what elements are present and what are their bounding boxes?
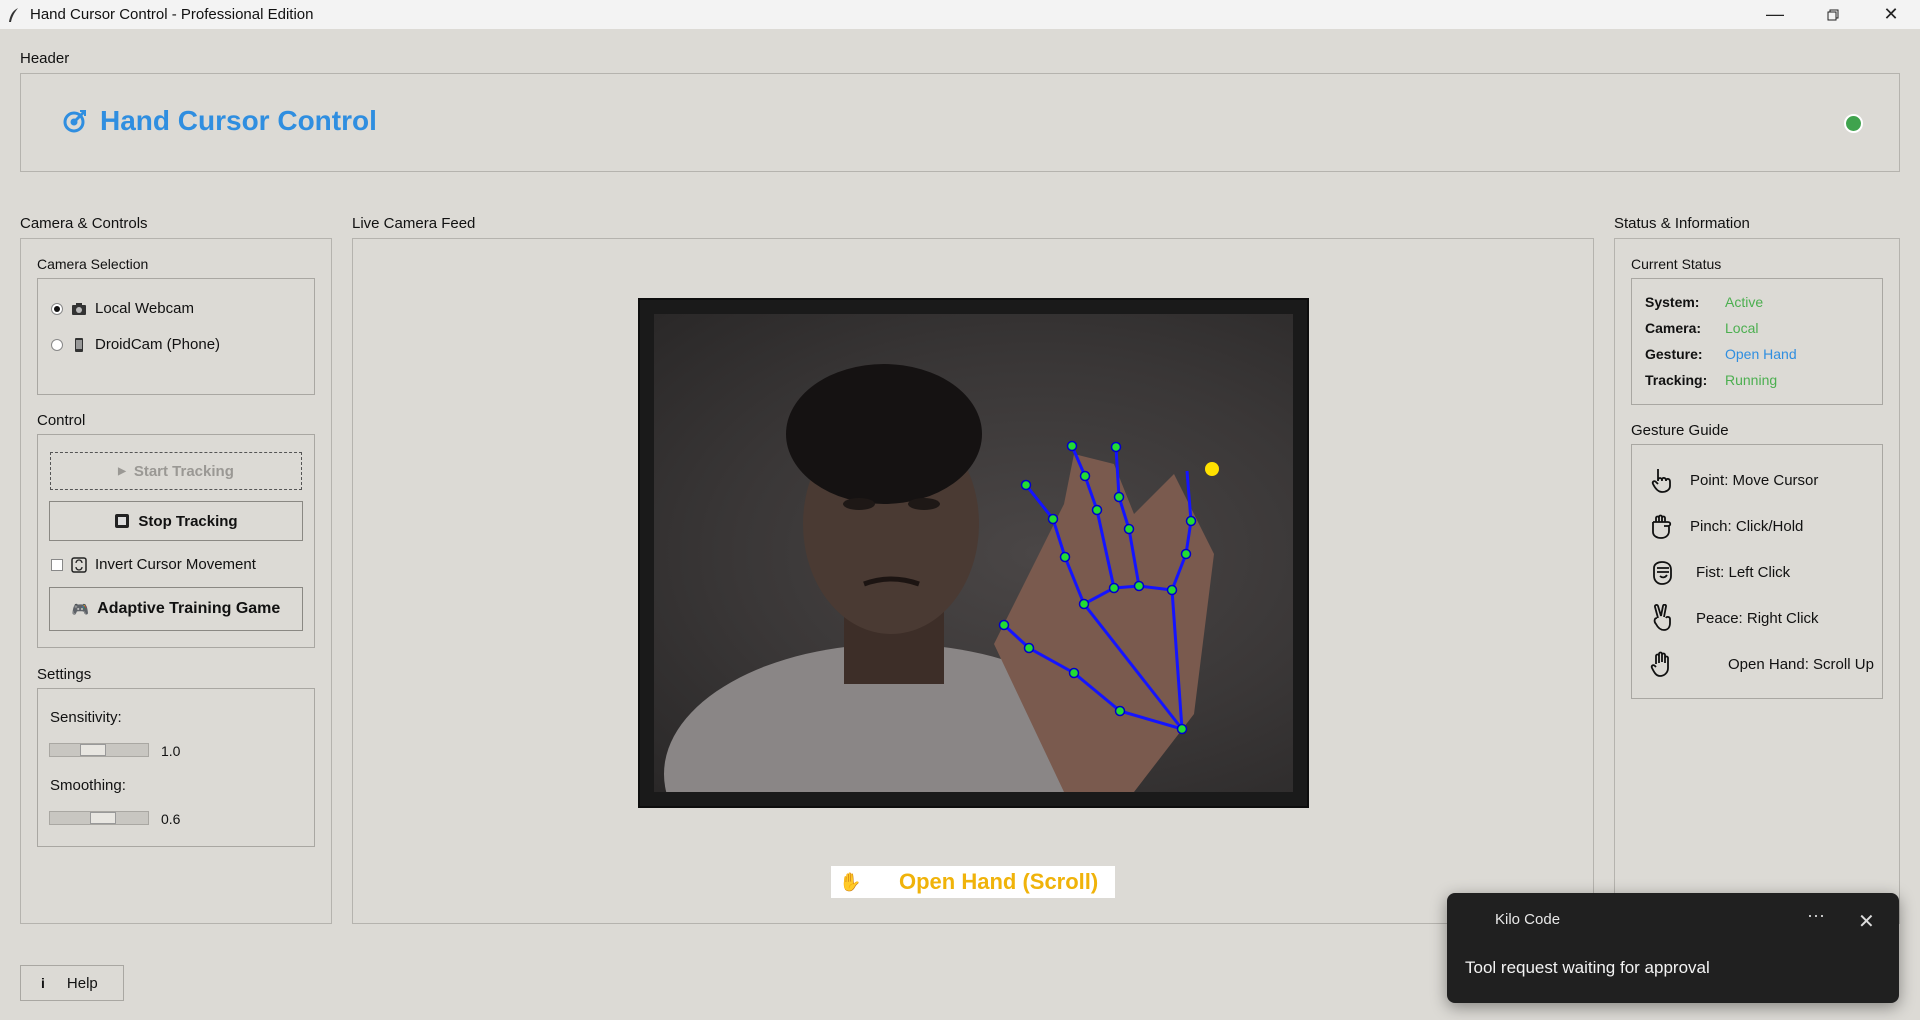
smoothing-slider[interactable] (49, 811, 149, 825)
restore-icon (1827, 9, 1839, 20)
guide-row-point: Point: Move Cursor (1648, 466, 1818, 494)
smoothing-label: Smoothing: (50, 777, 126, 794)
status-value: Open Hand (1725, 346, 1797, 362)
pinch-hand-icon (1652, 514, 1672, 539)
status-row-camera: Camera: Local (1645, 320, 1758, 336)
toast-more-button[interactable]: ··· (1807, 905, 1825, 926)
target-icon (63, 110, 86, 133)
help-button[interactable]: i Help (20, 965, 124, 1001)
camera-controls-label: Camera & Controls (20, 215, 148, 232)
peace-hand-icon (1653, 604, 1671, 631)
settings-label: Settings (37, 666, 92, 683)
toast-close-button[interactable]: ✕ (1858, 909, 1875, 934)
restore-button[interactable] (1804, 0, 1862, 29)
app-feather-icon (9, 7, 18, 22)
phone-icon (75, 337, 83, 352)
guide-text: Point: Move Cursor (1690, 471, 1819, 489)
sensitivity-value: 1.0 (161, 743, 181, 759)
status-indicator-dot (1844, 114, 1863, 133)
info-icon: i (41, 975, 45, 991)
start-tracking-button[interactable]: ▶ Start Tracking (50, 452, 302, 490)
slider-thumb[interactable] (80, 744, 106, 756)
radio-label: DroidCam (Phone) (95, 336, 221, 353)
camera-scene (664, 364, 1219, 792)
guide-text: Peace: Right Click (1696, 609, 1819, 627)
help-label: Help (66, 974, 98, 992)
radio-dot[interactable] (51, 302, 63, 315)
invert-arrows-icon (71, 556, 87, 573)
play-icon: ▶ (118, 465, 126, 477)
header-title-text: Hand Cursor Control (100, 105, 377, 136)
open-hand-icon (1650, 651, 1669, 677)
open-hand-icon: ✋ (839, 871, 862, 892)
invert-cursor-label: Invert Cursor Movement (95, 556, 256, 573)
window-title: Hand Cursor Control - Professional Editi… (30, 6, 314, 23)
invert-cursor-checkbox[interactable]: Invert Cursor Movement (51, 556, 256, 573)
toast-message: Tool request waiting for approval (1465, 958, 1710, 977)
app-header-title: Hand Cursor Control (62, 105, 377, 137)
status-key: Gesture: (1645, 346, 1703, 362)
header-group-label: Header (20, 50, 70, 67)
start-tracking-label: Start Tracking (133, 462, 234, 480)
radio-label: Local Webcam (95, 300, 194, 317)
stop-icon (115, 514, 130, 528)
adaptive-training-button[interactable]: 🎮 Adaptive Training Game (49, 587, 303, 631)
status-value: Active (1725, 294, 1764, 310)
slider-thumb[interactable] (90, 812, 116, 824)
sensitivity-label: Sensitivity: (50, 709, 122, 726)
status-info-label: Status & Information (1614, 215, 1750, 232)
minimize-button[interactable]: — (1746, 0, 1804, 29)
guide-row-fist: Fist: Left Click (1648, 558, 1790, 586)
guide-text: Open Hand: Scroll Up (1728, 655, 1874, 673)
close-icon: ✕ (1858, 911, 1875, 933)
control-label: Control (37, 412, 86, 429)
status-value: Running (1725, 372, 1778, 388)
gesture-indicator: ✋ Open Hand (Scroll) (831, 866, 1115, 898)
pointing-hand-icon (1651, 469, 1671, 493)
adaptive-training-label: Adaptive Training Game (97, 600, 281, 617)
status-key: Camera: (1645, 320, 1702, 336)
smoothing-value: 0.6 (161, 811, 181, 827)
live-feed-label: Live Camera Feed (352, 215, 476, 232)
status-row-system: System: Active (1645, 294, 1763, 310)
stop-tracking-label: Stop Tracking (138, 512, 238, 530)
status-key: Tracking: (1645, 372, 1708, 388)
status-value: Local (1725, 320, 1759, 336)
gesture-text: Open Hand (Scroll) (899, 869, 1099, 894)
fist-icon (1653, 561, 1672, 585)
gesture-guide-label: Gesture Guide (1631, 422, 1729, 439)
close-icon: ✕ (1883, 4, 1899, 24)
minimize-icon: — (1766, 4, 1784, 24)
guide-row-pinch: Pinch: Click/Hold (1648, 512, 1803, 540)
status-key: System: (1645, 294, 1700, 310)
status-row-gesture: Gesture: Open Hand (1645, 346, 1797, 362)
camera-selection-label: Camera Selection (37, 256, 149, 272)
notification-toast[interactable]: Kilo Code ··· ✕ Tool request waiting for… (1447, 893, 1899, 1003)
gamepad-icon: 🎮 (71, 600, 90, 617)
guide-row-peace: Peace: Right Click (1648, 604, 1819, 632)
radio-dot[interactable] (51, 338, 63, 351)
radio-droidcam[interactable]: DroidCam (Phone) (51, 336, 220, 353)
checkbox-box[interactable] (51, 558, 63, 571)
guide-text: Fist: Left Click (1696, 563, 1791, 581)
close-window-button[interactable]: ✕ (1862, 0, 1920, 29)
status-row-tracking: Tracking: Running (1645, 372, 1777, 388)
camera-feed-frame (638, 298, 1309, 808)
sensitivity-slider[interactable] (49, 743, 149, 757)
webcam-icon (72, 302, 86, 315)
guide-text: Pinch: Click/Hold (1690, 517, 1804, 535)
toast-app-name: Kilo Code (1495, 911, 1561, 928)
title-bar: Hand Cursor Control - Professional Editi… (0, 0, 1920, 29)
current-status-label: Current Status (1631, 256, 1722, 272)
guide-row-open-hand: Open Hand: Scroll Up (1648, 650, 1874, 678)
radio-local-webcam[interactable]: Local Webcam (51, 300, 194, 317)
stop-tracking-button[interactable]: Stop Tracking (49, 501, 303, 541)
camera-image (654, 314, 1293, 792)
